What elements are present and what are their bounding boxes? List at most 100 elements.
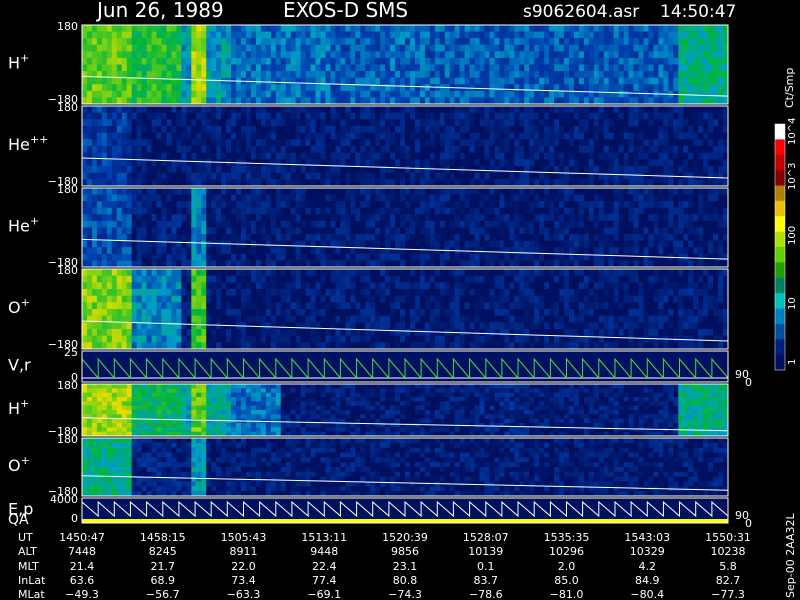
spectro-cell [658, 84, 664, 92]
spectro-cell [514, 44, 520, 52]
spectro-cell [554, 240, 560, 248]
spectro-cell [400, 106, 406, 113]
spectro-cell [623, 201, 629, 209]
spectro-cell [241, 152, 247, 160]
spectro-cell [250, 126, 257, 133]
spectro-cell [111, 84, 118, 92]
spectro-cell [529, 207, 535, 215]
spectro-cell [414, 90, 421, 98]
spectro-cell [613, 247, 619, 255]
spectro-cell [414, 106, 421, 113]
spectro-cell [176, 342, 182, 350]
spectro-cell [245, 51, 252, 59]
spectro-cell [449, 227, 455, 235]
spectro-cell [101, 44, 108, 52]
spectro-cell [305, 166, 311, 173]
spectro-cell [211, 112, 217, 120]
spectro-cell [693, 97, 699, 105]
spectro-cell [370, 253, 376, 261]
spectro-cell [201, 139, 207, 147]
spectro-cell [549, 126, 555, 133]
spectro-cell [504, 207, 510, 215]
spectro-cell [395, 51, 401, 59]
spectro-cell [583, 188, 590, 195]
spectro-cell [171, 166, 177, 173]
spectro-cell [643, 234, 649, 241]
spectro-cell [573, 126, 580, 133]
spectro-cell [245, 132, 252, 140]
spectro-cell [454, 220, 460, 228]
spectro-cell [424, 214, 431, 222]
spectro-cell [330, 132, 336, 140]
spectro-cell [255, 247, 262, 255]
spectro-cell [638, 194, 644, 202]
spectro-cell [419, 201, 426, 209]
spectro-cell [96, 77, 103, 85]
spectro-cell [623, 240, 629, 248]
spectro-cell [643, 132, 649, 140]
spectro-cell [703, 84, 709, 92]
spectro-cell [171, 253, 177, 261]
spectro-cell [290, 77, 296, 85]
spectro-cell [459, 260, 465, 268]
spectro-cell [568, 227, 575, 235]
spectro-cell [718, 119, 724, 127]
spectro-cell [713, 247, 719, 255]
spectro-cell [196, 188, 202, 195]
spectro-cell [146, 329, 152, 336]
spectro-cell [713, 77, 719, 85]
spectro-cell [385, 201, 391, 209]
spectro-cell [414, 38, 421, 46]
spectro-cell [414, 253, 421, 261]
spectro-cell [121, 214, 128, 222]
spectro-cell [360, 112, 366, 120]
spectro-cell [718, 207, 724, 215]
spectro-cell [554, 260, 560, 268]
spectro-cell [673, 77, 679, 85]
spectro-cell [504, 38, 510, 46]
spectro-cell [514, 64, 520, 72]
spectro-cell [171, 139, 177, 147]
spectro-cell [101, 90, 108, 98]
spectro-cell [713, 97, 719, 105]
spectro-cell [693, 57, 699, 65]
spectro-cell [250, 152, 257, 160]
spectro-cell [424, 97, 431, 105]
spectro-cell [598, 119, 605, 127]
spectro-cell [340, 159, 346, 167]
spectro-cell [519, 71, 525, 78]
spectro-cell [509, 64, 515, 72]
spectro-cell [96, 322, 103, 330]
spectro-cell [628, 90, 634, 98]
spectro-cell [509, 112, 515, 120]
spectro-cell [370, 44, 376, 52]
spectro-cell [499, 253, 505, 261]
spectro-cell [459, 119, 465, 127]
spectro-cell [648, 179, 654, 187]
spectro-cell [514, 57, 520, 65]
spectro-cell [270, 90, 277, 98]
spectro-cell [86, 77, 93, 85]
spectro-cell [191, 315, 197, 323]
spectro-cell [474, 220, 480, 228]
spectro-cell [365, 260, 371, 268]
spectro-cell [549, 179, 555, 187]
spectro-cell [116, 112, 123, 120]
spectro-cell [236, 179, 242, 187]
spectro-cell [250, 90, 257, 98]
spectro-cell [643, 253, 649, 261]
spectro-cell [693, 240, 699, 248]
spectro-cell [633, 247, 639, 255]
spectro-cell [613, 240, 619, 248]
spectro-cell [121, 234, 128, 241]
spectro-cell [559, 253, 565, 261]
spectro-cell [280, 146, 287, 153]
spectro-cell [310, 25, 316, 32]
spectro-cell [166, 247, 172, 255]
spectro-cell [86, 172, 93, 180]
spectro-cell [648, 64, 654, 72]
spectro-cell [131, 194, 137, 202]
spectro-cell [514, 207, 520, 215]
spectro-cell [325, 139, 331, 147]
spectro-cell [166, 25, 172, 32]
